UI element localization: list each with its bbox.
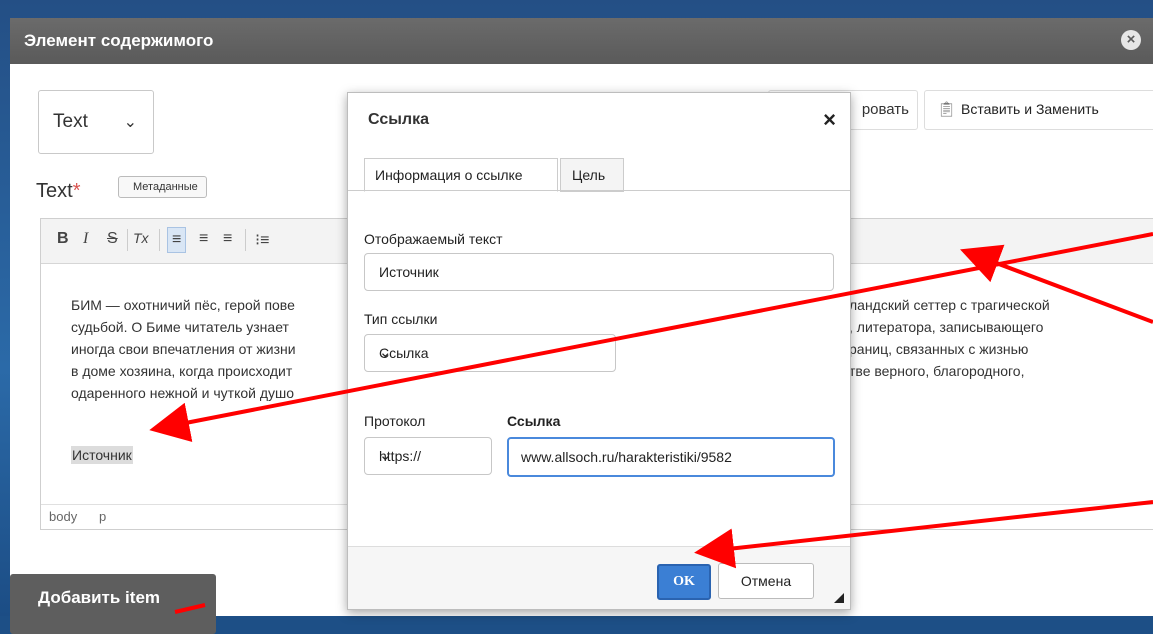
arrow-to-toolbar [960, 244, 1153, 324]
arrow-stub-bottom [174, 603, 206, 614]
arrow-to-ok-button [694, 500, 1153, 569]
annotation-arrows [149, 232, 1153, 614]
arrow-to-link-text [149, 232, 1153, 443]
